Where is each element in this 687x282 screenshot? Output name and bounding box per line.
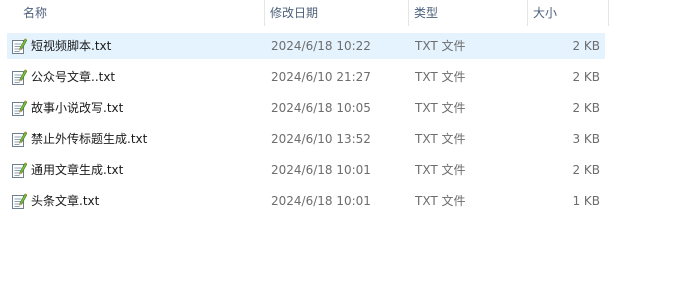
column-header-size-label: 大小 [533, 6, 558, 20]
file-row[interactable]: 通用文章生成.txt 2024/6/18 10:01 TXT 文件 2 KB [7, 157, 605, 183]
column-header-date-modified[interactable]: 修改日期 [265, 0, 409, 26]
file-row[interactable]: 禁止外传标题生成.txt 2024/6/10 13:52 TXT 文件 3 KB [7, 126, 605, 152]
column-header-name-label: 名称 [23, 6, 48, 20]
text-file-icon [11, 38, 28, 54]
column-header-bar: 名称 修改日期 类型 大小 [0, 0, 687, 26]
file-name: 公众号文章..txt [31, 70, 116, 84]
file-date-modified: 2024/6/10 21:27 [271, 70, 371, 84]
column-header-name[interactable]: 名称 [18, 0, 265, 26]
file-size: 2 KB [572, 39, 600, 53]
file-size: 1 KB [572, 194, 600, 208]
file-name: 故事小说改写.txt [31, 101, 124, 115]
file-date-modified: 2024/6/18 10:01 [271, 194, 371, 208]
file-name: 头条文章.txt [31, 194, 100, 208]
column-header-date-label: 修改日期 [270, 6, 319, 20]
text-file-icon [11, 162, 28, 178]
file-type: TXT 文件 [415, 39, 466, 53]
file-size: 2 KB [572, 70, 600, 84]
file-size: 3 KB [572, 132, 600, 146]
file-type: TXT 文件 [415, 163, 466, 177]
file-row[interactable]: 头条文章.txt 2024/6/18 10:01 TXT 文件 1 KB [7, 188, 605, 214]
file-type: TXT 文件 [415, 132, 466, 146]
file-type: TXT 文件 [415, 70, 466, 84]
file-row[interactable]: 故事小说改写.txt 2024/6/18 10:05 TXT 文件 2 KB [7, 95, 605, 121]
file-type: TXT 文件 [415, 194, 466, 208]
file-size: 2 KB [572, 163, 600, 177]
sort-ascending-icon [154, 0, 162, 1]
file-name: 短视频脚本.txt [31, 39, 112, 53]
text-file-icon [11, 193, 28, 209]
file-date-modified: 2024/6/18 10:05 [271, 101, 371, 115]
file-name: 通用文章生成.txt [31, 163, 124, 177]
file-name: 禁止外传标题生成.txt [31, 132, 148, 146]
column-header-type[interactable]: 类型 [409, 0, 528, 26]
text-file-icon [11, 131, 28, 147]
file-date-modified: 2024/6/18 10:22 [271, 39, 371, 53]
file-type: TXT 文件 [415, 101, 466, 115]
text-file-icon [11, 100, 28, 116]
file-row[interactable]: 短视频脚本.txt 2024/6/18 10:22 TXT 文件 2 KB [7, 33, 605, 59]
file-size: 2 KB [572, 101, 600, 115]
file-date-modified: 2024/6/18 10:01 [271, 163, 371, 177]
text-file-icon [11, 69, 28, 85]
column-header-type-label: 类型 [414, 6, 439, 20]
column-header-size[interactable]: 大小 [528, 0, 609, 26]
file-date-modified: 2024/6/10 13:52 [271, 132, 371, 146]
file-row[interactable]: 公众号文章..txt 2024/6/10 21:27 TXT 文件 2 KB [7, 64, 605, 90]
